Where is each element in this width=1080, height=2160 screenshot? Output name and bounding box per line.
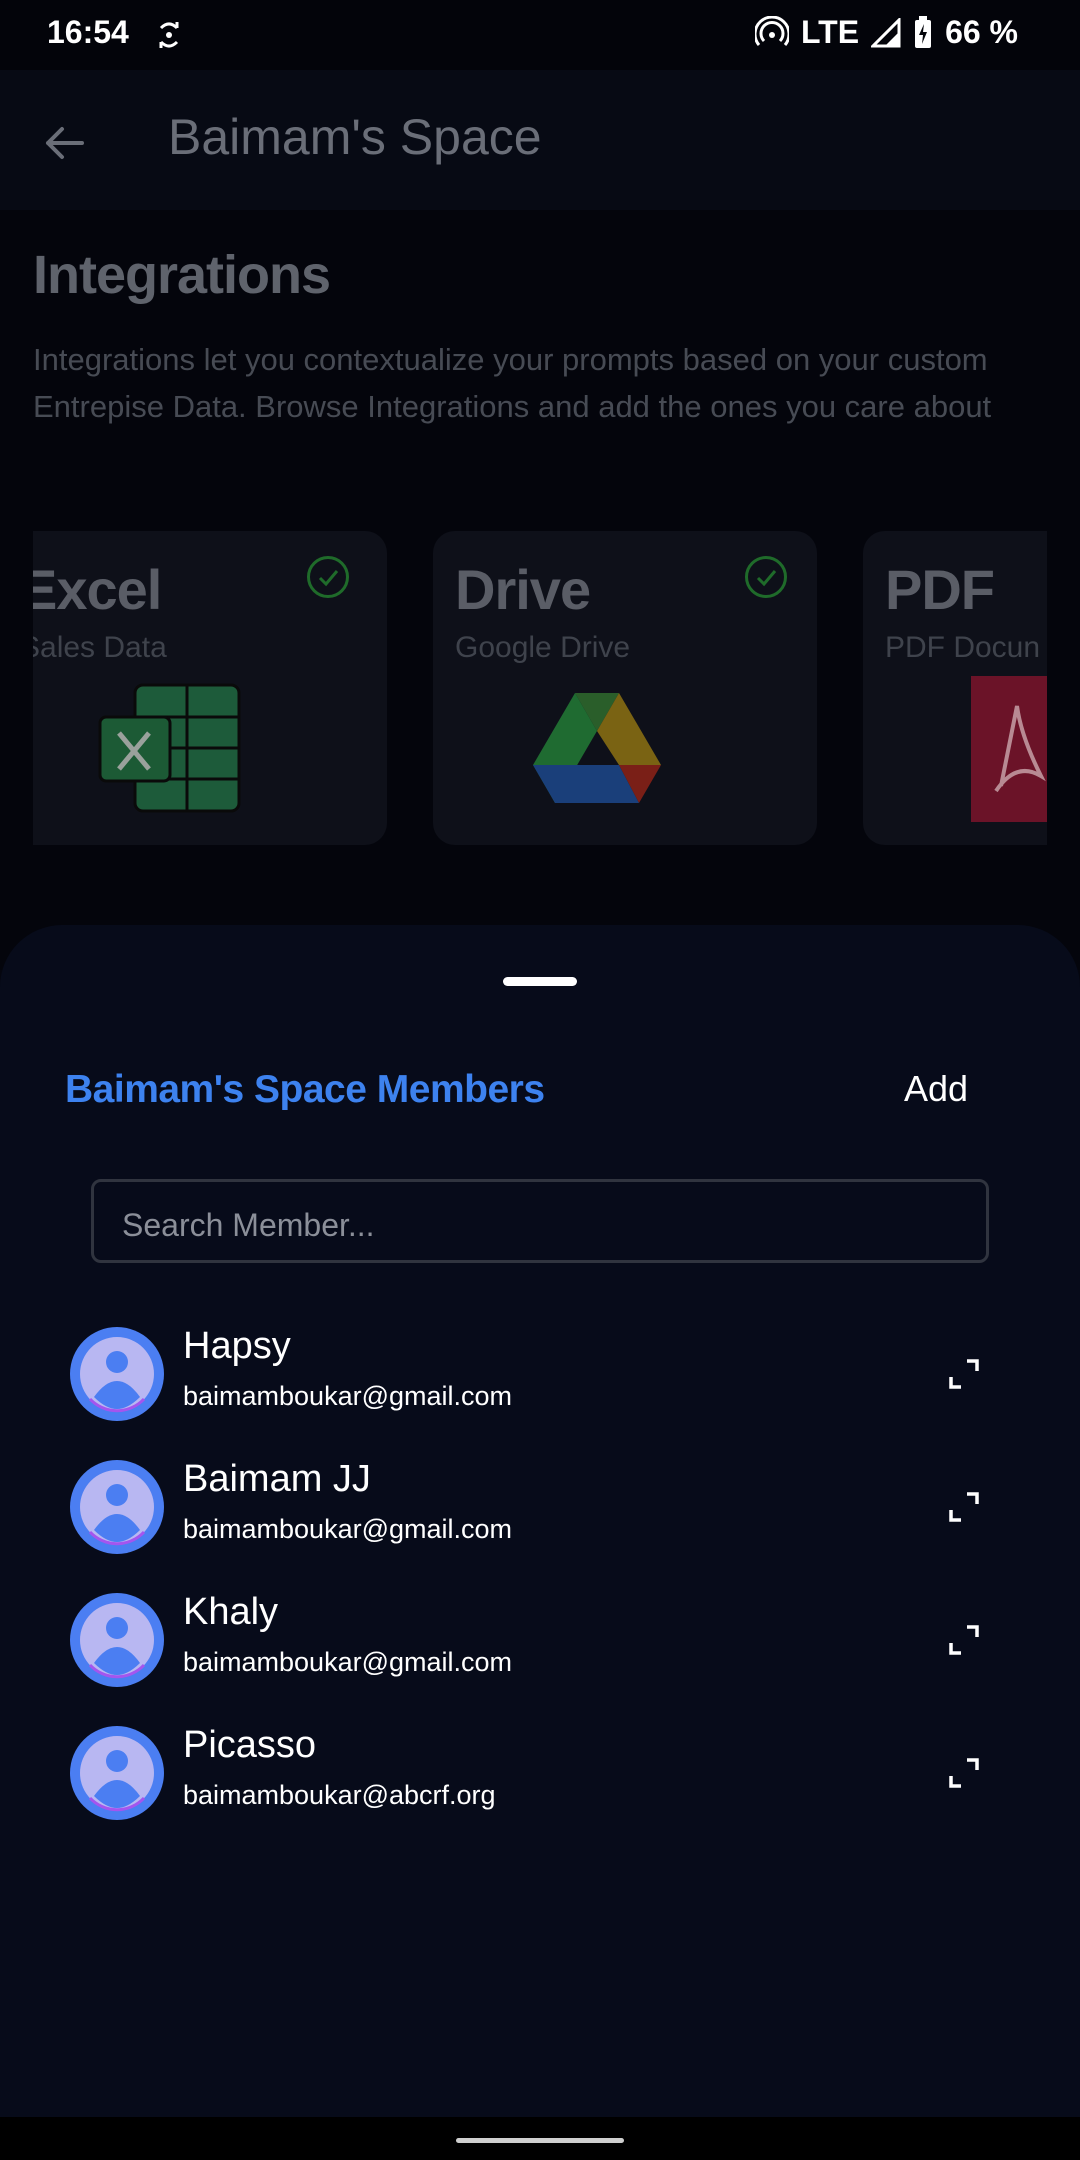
check-icon bbox=[745, 556, 787, 598]
expand-icon[interactable] bbox=[947, 1490, 981, 1524]
avatar bbox=[70, 1593, 164, 1687]
member-email: baimamboukar@gmail.com bbox=[183, 1647, 513, 1677]
avatar bbox=[70, 1726, 164, 1820]
page-title: Baimam's Space bbox=[168, 109, 542, 165]
pdf-icon bbox=[971, 676, 1047, 822]
card-title: Excel bbox=[33, 558, 162, 621]
member-name: Picasso bbox=[183, 1724, 317, 1766]
card-subtitle: PDF Docun bbox=[885, 631, 1041, 664]
member-row[interactable]: Baimam JJ baimamboukar@gmail.com bbox=[0, 1458, 1080, 1580]
card-subtitle: Google Drive bbox=[455, 631, 631, 664]
google-drive-icon bbox=[533, 693, 661, 803]
avatar bbox=[70, 1460, 164, 1554]
card-title: PDF bbox=[885, 558, 995, 621]
integrations-description: Integrations let you contextualize your … bbox=[33, 342, 992, 424]
avatar bbox=[70, 1327, 164, 1421]
back-arrow-icon[interactable] bbox=[40, 118, 90, 168]
battery-charging-icon bbox=[915, 15, 932, 48]
integrations-title: Integrations bbox=[33, 245, 331, 305]
expand-icon[interactable] bbox=[947, 1756, 981, 1790]
integration-card-excel[interactable]: Excel Sales Data bbox=[33, 531, 387, 845]
member-name: Hapsy bbox=[183, 1325, 291, 1367]
home-gesture-handle[interactable] bbox=[456, 2138, 624, 2143]
status-bar: 16:54 LTE 66 % bbox=[0, 0, 1080, 70]
hotspot-icon bbox=[755, 15, 789, 46]
member-email: baimamboukar@gmail.com bbox=[183, 1514, 513, 1544]
integration-card-drive[interactable]: Drive Google Drive bbox=[433, 531, 817, 845]
member-row[interactable]: Picasso baimamboukar@abcrf.org bbox=[0, 1724, 1080, 1846]
add-member-button[interactable]: Add bbox=[904, 1068, 968, 1110]
battery-level: 66 % bbox=[945, 14, 1018, 50]
member-name: Khaly bbox=[183, 1591, 279, 1633]
search-placeholder: Search Member... bbox=[122, 1207, 375, 1243]
card-title: Drive bbox=[455, 558, 591, 621]
members-title: Baimam's Space Members bbox=[65, 1068, 545, 1111]
expand-icon[interactable] bbox=[947, 1623, 981, 1657]
check-icon bbox=[307, 556, 349, 598]
status-time: 16:54 bbox=[47, 14, 129, 50]
expand-icon[interactable] bbox=[947, 1357, 981, 1391]
excel-icon bbox=[98, 683, 241, 813]
status-right: LTE 66 % bbox=[755, 14, 1018, 51]
signal-icon bbox=[871, 17, 901, 47]
card-subtitle: Sales Data bbox=[33, 631, 167, 664]
member-email: baimamboukar@gmail.com bbox=[183, 1381, 513, 1411]
member-row[interactable]: Khaly baimamboukar@gmail.com bbox=[0, 1591, 1080, 1713]
network-type: LTE bbox=[801, 14, 860, 50]
sync-icon bbox=[159, 22, 179, 48]
sheet-drag-handle[interactable] bbox=[503, 977, 577, 986]
member-name: Baimam JJ bbox=[183, 1458, 371, 1500]
integration-card-pdf[interactable]: PDF PDF Docun bbox=[863, 531, 1047, 845]
integrations-carousel[interactable]: Excel Sales Data Drive Google Drive PDF … bbox=[33, 531, 1047, 845]
member-row[interactable]: Hapsy baimamboukar@gmail.com bbox=[0, 1325, 1080, 1447]
member-email: baimamboukar@abcrf.org bbox=[183, 1780, 496, 1810]
